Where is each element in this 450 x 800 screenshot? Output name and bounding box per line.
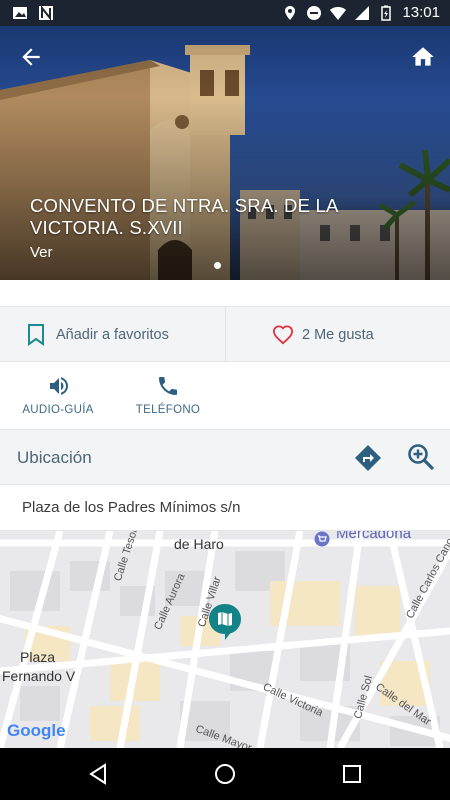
carousel-indicator-dot xyxy=(214,262,221,269)
add-favorite-label: Añadir a favoritos xyxy=(56,327,169,343)
do-not-disturb-icon xyxy=(307,5,322,20)
battery-icon xyxy=(381,5,392,21)
nav-home-icon[interactable] xyxy=(213,762,237,786)
status-time: 13:01 xyxy=(402,4,440,21)
map-label-plaza: Plaza xyxy=(20,649,56,665)
quick-actions: AUDIO-GUÍA TELÉFONO xyxy=(0,362,450,429)
location-title: Ubicación xyxy=(17,448,92,467)
google-logo: Google xyxy=(7,721,66,740)
phone-label: TELÉFONO xyxy=(135,404,201,416)
shopping-cart-icon xyxy=(314,531,330,547)
nav-recents-icon[interactable] xyxy=(340,762,364,786)
address-text: Plaza de los Padres Mínimos s/n xyxy=(22,499,241,516)
hero-image-carousel[interactable]: CONVENTO DE NTRA. SRA. DE LA VICTORIA. S… xyxy=(0,0,450,280)
audio-guide-button[interactable]: AUDIO-GUÍA xyxy=(3,362,113,429)
status-bar: 13:01 xyxy=(0,0,450,26)
map-label-fernando-v: Fernando V xyxy=(2,668,76,684)
map-pin-icon[interactable] xyxy=(207,603,243,641)
place-title: CONVENTO DE NTRA. SRA. DE LA VICTORIA. S… xyxy=(30,195,338,238)
wifi-icon xyxy=(330,6,347,20)
speaker-icon xyxy=(50,377,68,395)
heart-icon xyxy=(272,325,294,345)
nav-back-icon[interactable] xyxy=(86,762,110,786)
address-row: Plaza de los Padres Mínimos s/n xyxy=(0,485,450,531)
map-label-de-haro: de Haro xyxy=(174,536,224,552)
location-icon xyxy=(285,5,296,20)
image-icon xyxy=(13,7,27,19)
back-arrow-icon[interactable] xyxy=(18,44,44,70)
actions-row: Añadir a favoritos 2 Me gusta xyxy=(0,306,450,363)
view-link[interactable]: Ver xyxy=(30,244,53,261)
phone-button[interactable]: TELÉFONO xyxy=(113,362,223,429)
phone-icon xyxy=(159,377,177,395)
signal-icon xyxy=(355,5,370,20)
bookmark-icon xyxy=(28,324,44,346)
audio-guide-label: AUDIO-GUÍA xyxy=(22,404,94,416)
system-nav-bar xyxy=(0,748,450,800)
location-map[interactable]: Mercadona de Haro Calle Tesoro Calle Aur… xyxy=(0,531,450,748)
like-button[interactable]: 2 Me gusta xyxy=(226,307,450,363)
location-header: Ubicación xyxy=(0,429,450,485)
like-count-label: 2 Me gusta xyxy=(302,327,374,343)
add-favorite-button[interactable]: Añadir a favoritos xyxy=(0,307,225,363)
map-label-mercadona: Mercadona xyxy=(336,531,412,542)
n-app-icon xyxy=(39,5,53,21)
zoom-in-icon[interactable] xyxy=(406,442,436,472)
directions-icon[interactable] xyxy=(354,444,382,472)
home-icon[interactable] xyxy=(410,44,436,70)
